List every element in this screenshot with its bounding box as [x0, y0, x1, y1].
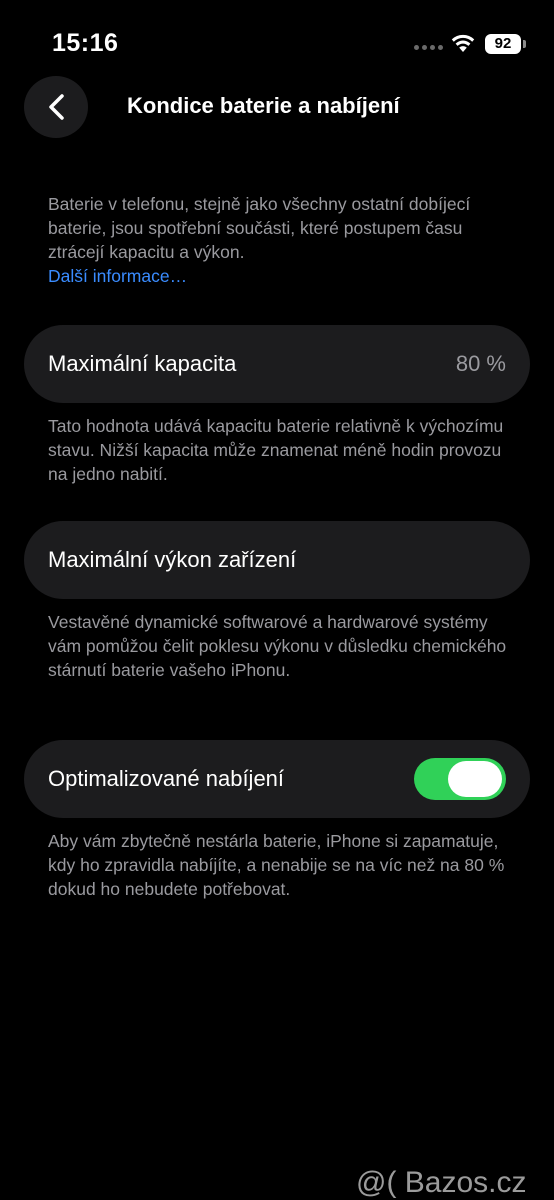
signal-dots-icon: [414, 45, 443, 50]
intro-text: Baterie v telefonu, stejně jako všechny …: [48, 194, 471, 262]
back-button[interactable]: [24, 76, 88, 138]
peak-performance-label: Maximální výkon zařízení: [48, 547, 297, 572]
optimized-charging-toggle[interactable]: [414, 758, 506, 800]
battery-nub: [523, 40, 526, 48]
max-capacity-footnote: Tato hodnota udává kapacitu baterie rela…: [48, 416, 504, 484]
intro-section: Baterie v telefonu, stejně jako všechny …: [48, 192, 518, 288]
watermark: @( Bazos.cz: [356, 1166, 527, 1199]
optimized-charging-footnote: Aby vám zbytečně nestárla baterie, iPhon…: [48, 831, 505, 899]
more-info-link[interactable]: Další informace…: [48, 264, 518, 288]
battery-icon: 92: [485, 34, 521, 54]
max-capacity-label: Maximální kapacita: [48, 351, 237, 376]
page-title: Kondice baterie a nabíjení: [127, 93, 400, 118]
toggle-knob: [448, 761, 502, 797]
peak-performance-footnote: Vestavěné dynamické softwarové a hardwar…: [48, 612, 507, 680]
max-capacity-row: Maximální kapacita 80 %: [24, 325, 530, 403]
optimized-charging-row: Optimalizované nabíjení: [24, 740, 530, 818]
status-bar: 15:16 92: [0, 0, 554, 80]
status-time: 15:16: [52, 29, 119, 57]
wifi-icon: [451, 34, 475, 52]
chevron-left-icon: [49, 94, 64, 120]
max-capacity-value: 80 %: [455, 351, 506, 376]
peak-performance-row: Maximální výkon zařízení: [24, 521, 530, 599]
optimized-charging-label: Optimalizované nabíjení: [48, 766, 285, 791]
navigation-bar: Kondice baterie a nabíjení: [0, 76, 554, 138]
